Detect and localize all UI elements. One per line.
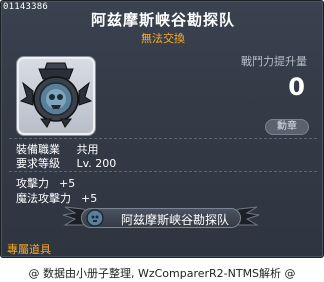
combat-power-value: 0: [288, 73, 305, 101]
item-tooltip: 01143386 阿兹摩斯峡谷勘探队 無法交換 戰鬥力提升量 0 勳章 裝備職業…: [0, 0, 324, 258]
bonus-label: 攻擊力: [16, 177, 49, 190]
item-name: 阿兹摩斯峡谷勘探队: [90, 11, 235, 29]
footer-credit: @ 数据由小册子整理, WzComparerR2-NTMS解析 @: [28, 267, 296, 280]
bonus-label: 魔法攻擊力: [16, 192, 71, 205]
exclusive-item-label: 專屬道具: [7, 243, 51, 256]
requirement-row: 要求等級 Lv. 200: [16, 155, 116, 171]
bonus-value: +5: [59, 177, 76, 190]
set-name-text: 阿兹摩斯峡谷勘探队: [120, 213, 229, 227]
separator: [9, 171, 317, 172]
requirement-value: Lv. 200: [76, 157, 117, 170]
medal-badge: 勳章: [265, 119, 309, 135]
item-icon-frame: [16, 56, 96, 136]
separator: [9, 138, 317, 139]
medal-emblem-icon: [19, 62, 93, 128]
bonus-value: +5: [81, 192, 98, 205]
bonus-row: 攻擊力 +5: [16, 175, 75, 191]
set-emblem-icon: [86, 209, 104, 227]
requirement-label: 要求等級: [16, 157, 60, 170]
combat-power-label: 戰鬥力提升量: [241, 55, 307, 68]
trade-note: 無法交換: [141, 32, 185, 45]
set-name-banner: 阿兹摩斯峡谷勘探队: [61, 205, 261, 231]
bonus-row: 魔法攻擊力 +5: [16, 190, 97, 206]
